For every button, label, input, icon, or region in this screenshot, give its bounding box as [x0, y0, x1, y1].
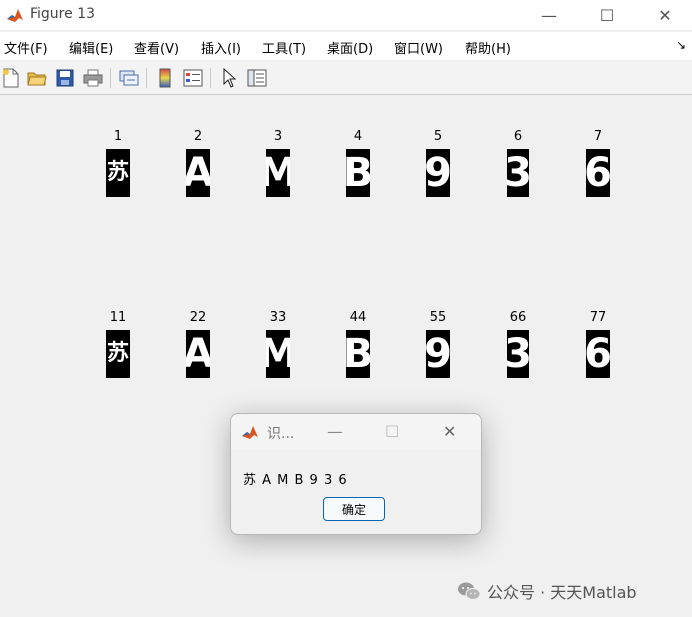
- dialog-message: 苏 A M B 9 3 6: [243, 473, 348, 488]
- segmented-char-glyph: 9: [426, 150, 450, 196]
- segmented-char-label: 7: [593, 129, 603, 144]
- edit-plot-arrow-icon: [223, 68, 237, 88]
- menu-window[interactable]: 窗口(W): [394, 38, 443, 57]
- insert-legend-icon: [183, 69, 203, 87]
- normalized-char-glyph: 苏: [106, 341, 129, 366]
- new-figure-icon: [3, 68, 19, 88]
- menu-file[interactable]: 文件(F): [4, 38, 48, 57]
- dialog-maximize-button[interactable]: ☐: [385, 422, 399, 441]
- segmented-char-glyph: M: [266, 150, 290, 196]
- normalized-char-label: 66: [509, 310, 527, 325]
- segmented-char-image: M: [266, 149, 290, 197]
- normalized-char-image: A: [186, 330, 210, 378]
- segmented-char-image: 苏: [106, 149, 130, 197]
- new-figure-button[interactable]: [0, 67, 22, 89]
- menu-bar: 文件(F) 编辑(E) 查看(V) 插入(I) 工具(T) 桌面(D) 窗口(W…: [0, 32, 692, 60]
- property-inspector-icon: [247, 69, 267, 87]
- minimize-icon: —: [541, 5, 557, 25]
- normalized-char-image: B: [346, 330, 370, 378]
- toolbar-separator: [110, 68, 111, 88]
- normalized-char-image: 苏: [106, 330, 130, 378]
- segmented-char-image: 6: [586, 149, 610, 197]
- minimize-button[interactable]: —: [526, 0, 572, 30]
- normalized-char-label: 77: [589, 310, 607, 325]
- watermark: 公众号 · 天天Matlab: [457, 580, 637, 602]
- normalized-char-image: 3: [507, 330, 529, 378]
- segmented-char-image: B: [346, 149, 370, 197]
- menu-edit[interactable]: 编辑(E): [69, 38, 113, 57]
- segmented-char-label: 1: [113, 129, 123, 144]
- ok-button[interactable]: 确定: [323, 497, 385, 521]
- figure-canvas: 1 苏 2 A 3 M 4 B 5 9 6 3 7 6 11 苏 22 A 33 M 44 B 55 9 66 3 77 6: [0, 95, 692, 617]
- dock-arrow-icon[interactable]: ↘: [676, 38, 686, 52]
- insert-colorbar-button[interactable]: [154, 67, 176, 89]
- toolbar-separator: [210, 68, 211, 88]
- normalized-char-glyph: 3: [507, 331, 529, 377]
- window-title: Figure 13: [30, 6, 96, 22]
- figure-toolbar: [0, 62, 692, 95]
- normalized-char-image: 6: [586, 330, 610, 378]
- normalized-char-label: 11: [109, 310, 127, 325]
- normalized-char-label: 55: [429, 310, 447, 325]
- normalized-char-glyph: B: [346, 331, 370, 377]
- window-titlebar: Figure 13 — ☐ ✕: [0, 0, 692, 30]
- normalized-char-glyph: 6: [586, 331, 610, 377]
- segmented-char-label: 5: [433, 129, 443, 144]
- menu-view[interactable]: 查看(V): [134, 38, 179, 57]
- close-button[interactable]: ✕: [642, 0, 688, 30]
- matlab-logo-icon: [6, 6, 24, 24]
- normalized-char-label: 44: [349, 310, 367, 325]
- segmented-char-label: 4: [353, 129, 363, 144]
- open-file-icon: [27, 72, 47, 86]
- menu-desktop[interactable]: 桌面(D): [327, 38, 373, 57]
- open-file-button[interactable]: [26, 67, 48, 89]
- link-plot-button[interactable]: [118, 67, 140, 89]
- link-plot-icon: [119, 70, 139, 86]
- toolbar-separator: [146, 68, 147, 88]
- print-button[interactable]: [82, 67, 104, 89]
- dialog-close-button[interactable]: ✕: [443, 422, 456, 441]
- segmented-char-glyph: B: [346, 150, 370, 196]
- segmented-char-label: 6: [513, 129, 523, 144]
- maximize-icon: ☐: [599, 5, 615, 25]
- save-icon: [56, 69, 74, 87]
- normalized-char-image: M: [266, 330, 290, 378]
- insert-legend-button[interactable]: [182, 67, 204, 89]
- edit-plot-button[interactable]: [218, 67, 240, 89]
- insert-colorbar-icon: [159, 68, 171, 88]
- menu-tools[interactable]: 工具(T): [262, 38, 306, 57]
- result-dialog: 识... — ☐ ✕ 苏 A M B 9 3 6 确定: [230, 413, 482, 535]
- segmented-char-glyph: 6: [586, 150, 610, 196]
- normalized-char-label: 22: [189, 310, 207, 325]
- segmented-char-glyph: 苏: [106, 160, 129, 185]
- watermark-text: 公众号 · 天天Matlab: [487, 583, 637, 602]
- segmented-char-glyph: 3: [507, 150, 529, 196]
- menu-insert[interactable]: 插入(I): [201, 38, 241, 57]
- normalized-char-glyph: M: [266, 331, 290, 377]
- matlab-logo-icon: [242, 426, 258, 439]
- segmented-char-image: 3: [507, 149, 529, 197]
- normalized-char-glyph: 9: [426, 331, 450, 377]
- dialog-minimize-button[interactable]: —: [327, 422, 343, 441]
- wechat-icon: [458, 582, 481, 600]
- dialog-title: 识...: [267, 426, 295, 442]
- save-button[interactable]: [54, 67, 76, 89]
- segmented-char-image: 9: [426, 149, 450, 197]
- segmented-char-label: 2: [193, 129, 203, 144]
- segmented-char-glyph: A: [186, 150, 210, 196]
- dialog-titlebar: 识... — ☐ ✕: [231, 414, 481, 450]
- segmented-char-image: A: [186, 149, 210, 197]
- print-icon: [83, 69, 103, 87]
- normalized-char-label: 33: [269, 310, 287, 325]
- property-inspector-button[interactable]: [246, 67, 268, 89]
- maximize-button[interactable]: ☐: [584, 0, 630, 30]
- normalized-char-image: 9: [426, 330, 450, 378]
- menu-help[interactable]: 帮助(H): [465, 38, 511, 57]
- segmented-char-label: 3: [273, 129, 283, 144]
- close-icon: ✕: [658, 5, 672, 25]
- normalized-char-glyph: A: [186, 331, 210, 377]
